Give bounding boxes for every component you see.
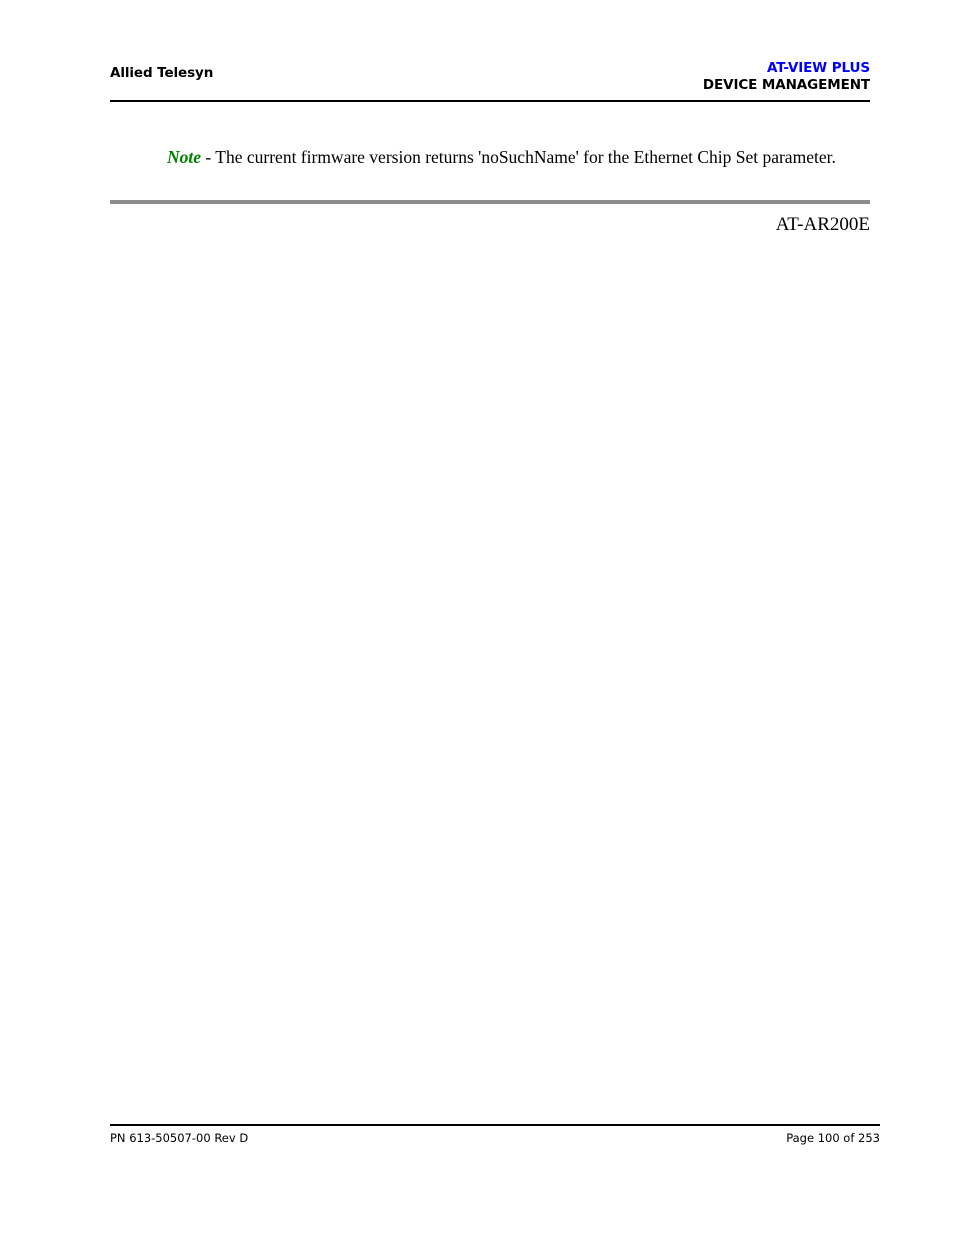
header-company-name: Allied Telesyn	[110, 65, 214, 81]
note-text: - The current firmware version returns '…	[201, 146, 836, 167]
page-header: Allied Telesyn AT-VIEW PLUS DEVICE MANAG…	[110, 60, 870, 100]
page-footer: PN 613-50507-00 Rev D Page 100 of 253	[110, 1131, 880, 1151]
footer-page-number: Page 100 of 253	[786, 1131, 880, 1145]
header-title-group: AT-VIEW PLUS DEVICE MANAGEMENT	[703, 60, 870, 94]
footer-divider-rule	[110, 1124, 880, 1126]
section-divider-rule	[110, 200, 870, 204]
header-section-title: DEVICE MANAGEMENT	[702, 77, 870, 93]
header-divider-rule	[110, 100, 870, 102]
device-model-name: AT-AR200E	[775, 214, 870, 235]
header-product-title: AT-VIEW PLUS	[766, 60, 870, 76]
footer-part-number: PN 613-50507-00 Rev D	[110, 1131, 249, 1145]
note-paragraph: Note - The current firmware version retu…	[167, 146, 870, 168]
note-label: Note	[167, 146, 202, 167]
document-page: Allied Telesyn AT-VIEW PLUS DEVICE MANAG…	[0, 0, 954, 1235]
